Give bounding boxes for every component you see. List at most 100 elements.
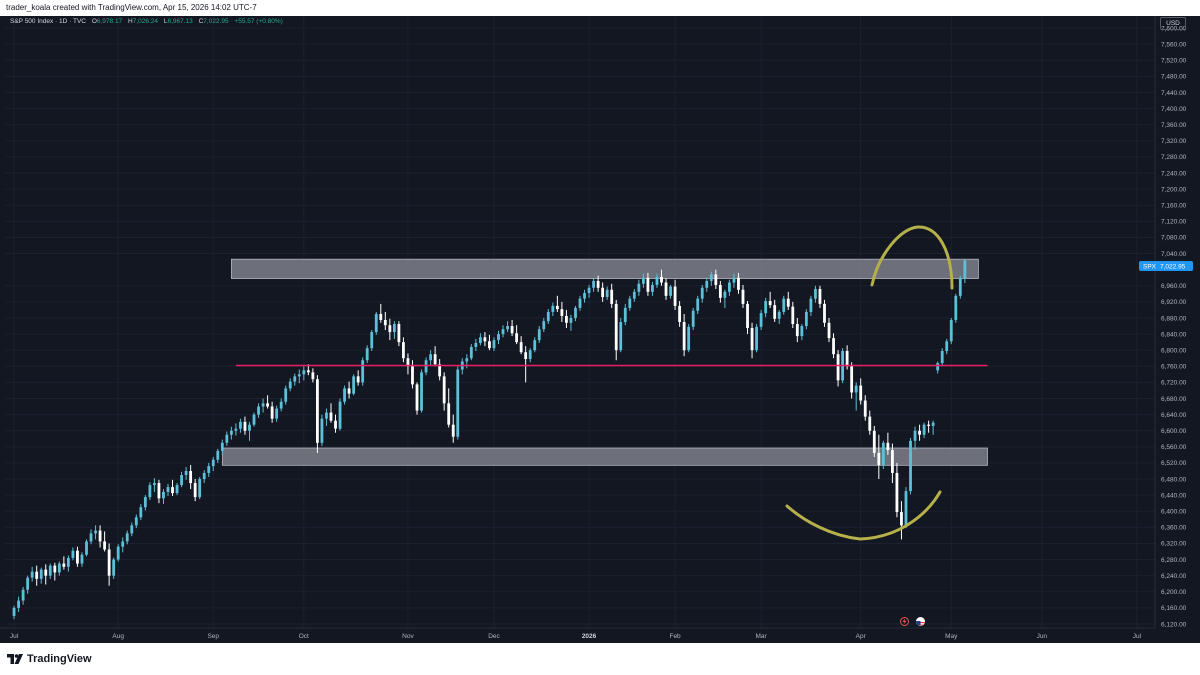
candle-body: [918, 430, 921, 435]
close-value: 7,022.95: [203, 18, 229, 25]
price-tick-label: 6,480.00: [1161, 476, 1187, 483]
price-zone-rectangle[interactable]: [221, 447, 988, 466]
candle-body: [823, 303, 826, 323]
low-value: 6,967.13: [167, 18, 193, 25]
price-tick-label: 6,640.00: [1161, 412, 1187, 419]
candle-body: [596, 280, 600, 288]
chart-canvas[interactable]: 7,600.007,560.007,520.007,480.007,440.00…: [0, 16, 1200, 643]
candle-body: [555, 305, 559, 310]
candle-body: [755, 326, 758, 351]
candle-body: [392, 324, 396, 333]
candle-body: [768, 301, 772, 306]
candle-body: [542, 321, 546, 330]
price-tick-label: 7,360.00: [1161, 122, 1187, 129]
candle-body: [795, 324, 799, 337]
candle-body: [288, 381, 292, 389]
candle-body: [723, 291, 727, 298]
candle-body: [397, 324, 401, 343]
price-tick-label: 6,320.00: [1161, 541, 1187, 548]
zones[interactable]: [221, 258, 988, 466]
price-tick-label: 7,440.00: [1161, 90, 1187, 97]
candle-body: [220, 442, 224, 451]
candle-body: [21, 589, 25, 601]
us-flag-event-icon[interactable]: [916, 617, 925, 626]
price-tick-label: 7,320.00: [1161, 138, 1187, 145]
candle-body: [302, 370, 306, 375]
candles: [12, 259, 967, 620]
time-axis[interactable]: Jul Aug Sep Oct Nov Dec 2026 Feb Mar Apr May Jun Jul: [10, 633, 1142, 640]
candle-body: [718, 284, 722, 298]
candle-body: [338, 401, 342, 429]
time-tick-label: Oct: [299, 633, 309, 640]
tradingview-logo[interactable]: TradingView: [7, 653, 92, 665]
candle-body: [98, 530, 102, 542]
candle-body: [379, 313, 383, 320]
candle-body: [827, 322, 831, 339]
candle-body: [30, 571, 34, 578]
candle-body: [669, 286, 672, 296]
candle-body: [370, 332, 374, 349]
candle-body: [533, 340, 537, 351]
candle-body: [732, 277, 736, 283]
candle-body: [85, 541, 88, 555]
price-tick-label: 7,400.00: [1161, 106, 1187, 113]
price-tick-label: 7,160.00: [1161, 203, 1187, 210]
candle-body: [587, 287, 591, 294]
candle-body: [583, 293, 586, 299]
candle-body: [275, 408, 279, 419]
candle-body: [832, 338, 835, 355]
price-tick-label: 7,280.00: [1161, 154, 1187, 161]
price-tick-label: 7,240.00: [1161, 170, 1187, 177]
candle-body: [306, 370, 310, 373]
price-tick-label: 6,560.00: [1161, 444, 1187, 451]
candle-body: [442, 376, 446, 404]
price-tick-label: 6,680.00: [1161, 396, 1187, 403]
candle-body: [139, 507, 143, 518]
candle-body: [854, 385, 858, 393]
candle-body: [252, 414, 256, 425]
cup-arc-annotation[interactable]: [785, 490, 942, 541]
candle-body: [89, 533, 93, 542]
candle-body: [614, 303, 618, 351]
price-tick-label: 7,520.00: [1161, 58, 1187, 65]
candle-body: [546, 311, 550, 322]
candle-body: [53, 565, 57, 573]
candle-body: [687, 326, 691, 351]
candle-body: [746, 303, 749, 329]
currency-button[interactable]: USD: [1160, 17, 1186, 30]
candle-body: [35, 571, 39, 579]
candle-body: [261, 403, 265, 407]
time-tick-label: Jul: [10, 633, 19, 640]
symbol-legend: S&P 500 Index · 1D · TVC O6,978.17 H7,02…: [10, 18, 283, 25]
candle-body: [800, 326, 804, 337]
price-tick-label: 6,720.00: [1161, 380, 1187, 387]
candle-body: [890, 450, 894, 473]
candle-body: [456, 369, 460, 437]
candle-body: [814, 288, 817, 299]
candle-body: [184, 470, 188, 475]
price-zone-rectangle[interactable]: [230, 258, 979, 279]
earnings-event-icon[interactable]: [900, 617, 909, 626]
price-axis[interactable]: 7,600.007,560.007,520.007,480.007,440.00…: [1161, 25, 1187, 628]
candle-body: [782, 298, 786, 312]
candle-body: [510, 326, 514, 334]
price-tick-label: 6,160.00: [1161, 605, 1187, 612]
candle-body: [963, 260, 967, 279]
chart-frame[interactable]: 7,600.00 7,560.00 7,520.00 7,480.00 7,440.00…: [0, 16, 1200, 643]
candle-body: [528, 350, 532, 360]
candle-body: [225, 434, 229, 443]
candle-body: [162, 491, 165, 499]
price-tick-label: 6,360.00: [1161, 525, 1187, 532]
last-price-marker: SPX 7,022.95: [1139, 261, 1193, 271]
candle-body: [791, 306, 795, 325]
price-tick-label: 6,880.00: [1161, 315, 1187, 322]
candle-body: [62, 563, 66, 567]
price-tick-label: 6,120.00: [1161, 621, 1187, 628]
candle-body: [202, 472, 206, 480]
candle-body: [57, 563, 61, 573]
candle-body: [420, 372, 423, 411]
candle-body: [682, 322, 686, 351]
candle-body: [474, 342, 478, 347]
price-tick-label: 6,280.00: [1161, 557, 1187, 564]
candle-body: [207, 466, 211, 473]
